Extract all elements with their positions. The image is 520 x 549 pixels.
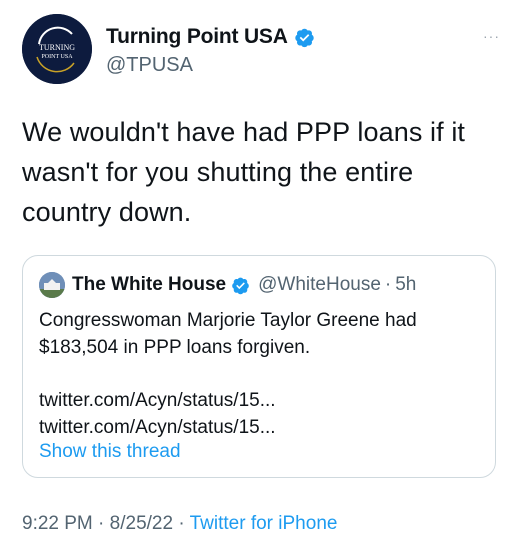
quoted-tweet[interactable]: The White House @WhiteHouse · 5h Congres… — [22, 255, 496, 478]
quoted-avatar[interactable] — [39, 272, 65, 298]
author-name-row: Turning Point USA — [106, 25, 315, 49]
verified-badge-icon — [294, 27, 315, 48]
quoted-tweet-links[interactable]: twitter.com/Acyn/status/15... twitter.co… — [39, 387, 479, 441]
tweet-time[interactable]: 9:22 PM — [22, 513, 93, 534]
quoted-author-name[interactable]: The White House — [72, 274, 226, 296]
show-thread-link[interactable]: Show this thread — [39, 441, 181, 463]
author-handle[interactable]: @TPUSA — [106, 54, 193, 77]
tpusa-logo: TURNING POINT USA — [22, 14, 92, 84]
author-name[interactable]: Turning Point USA — [106, 25, 288, 49]
author-avatar[interactable]: TURNING POINT USA — [22, 14, 92, 84]
quoted-time[interactable]: 5h — [395, 274, 416, 296]
quoted-author-handle[interactable]: @WhiteHouse — [258, 274, 381, 296]
verified-badge-icon — [231, 276, 250, 295]
tweet-meta: 9:22 PM · 8/25/22 · Twitter for iPhone — [22, 513, 337, 535]
avatar-text-line1: TURNING — [39, 43, 75, 52]
quoted-separator: · — [384, 274, 392, 295]
tweet-source-app[interactable]: Twitter for iPhone — [190, 513, 338, 534]
quoted-tweet-header: The White House @WhiteHouse · 5h — [39, 272, 416, 298]
tweet-text: We wouldn't have had PPP loans if it was… — [22, 117, 466, 227]
white-house-icon — [39, 272, 65, 298]
meta-separator: · — [98, 513, 105, 534]
tweet-date[interactable]: 8/25/22 — [110, 513, 173, 534]
avatar-text-line2: POINT USA — [41, 54, 73, 60]
meta-separator: · — [178, 513, 185, 534]
more-options-icon[interactable]: ··· — [483, 28, 500, 44]
quoted-tweet-text: Congresswoman Marjorie Taylor Greene had… — [39, 310, 417, 358]
